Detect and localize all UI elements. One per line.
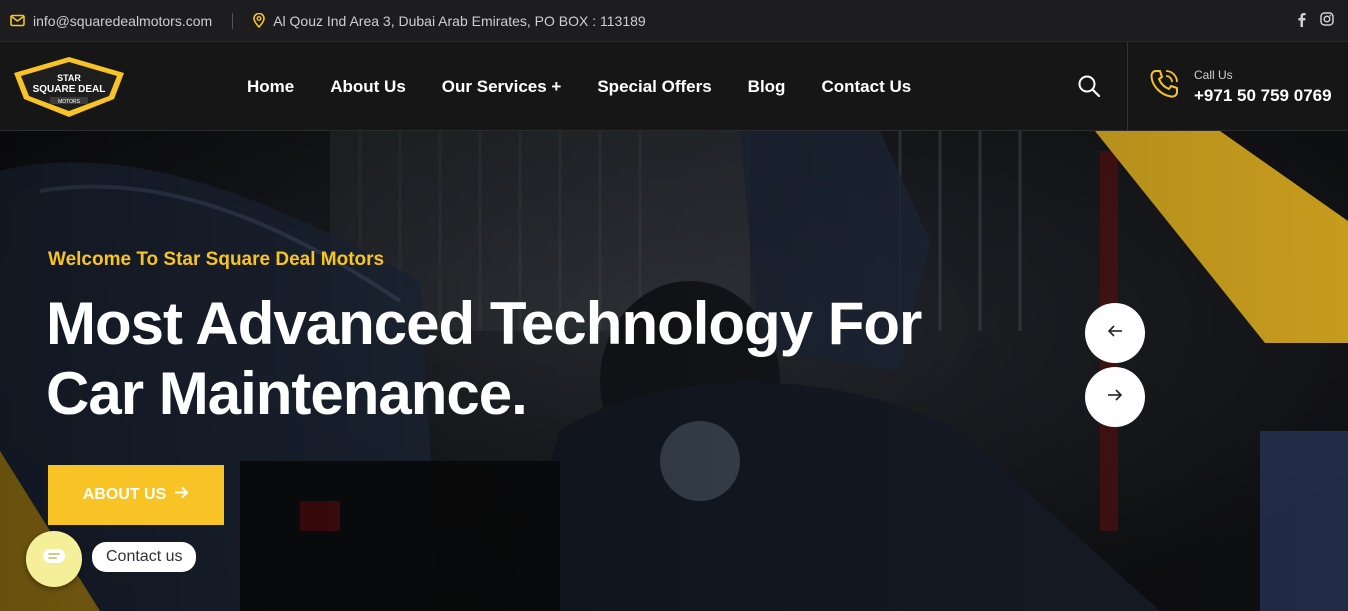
arrow-right-icon <box>1107 388 1123 407</box>
main-nav: Home About Us Our Services + Special Off… <box>247 42 911 131</box>
arrow-right-icon <box>174 486 189 504</box>
address-item: Al Qouz Ind Area 3, Dubai Arab Emirates,… <box>253 13 646 29</box>
slider-next-button[interactable] <box>1085 367 1145 427</box>
main-header: STAR SQUARE DEAL MOTORS Home About Us Ou… <box>0 42 1348 131</box>
nav-our-services[interactable]: Our Services + <box>442 77 562 97</box>
map-pin-icon <box>253 13 265 28</box>
slider-prev-button[interactable] <box>1085 303 1145 363</box>
about-us-label: ABOUT US <box>82 486 167 503</box>
envelope-icon <box>10 14 25 27</box>
nav-special-offers[interactable]: Special Offers <box>597 77 711 97</box>
phone-icon <box>1148 68 1180 105</box>
call-text: Call Us +971 50 759 0769 <box>1194 68 1332 106</box>
nav-about-us[interactable]: About Us <box>330 77 406 97</box>
hero-headline-line1: Most Advanced Technology For <box>46 290 922 357</box>
email-item[interactable]: info@squaredealmotors.com <box>10 13 212 29</box>
nav-blog[interactable]: Blog <box>748 77 786 97</box>
svg-text:SQUARE DEAL: SQUARE DEAL <box>33 84 106 95</box>
nav-home[interactable]: Home <box>247 77 294 97</box>
about-us-button[interactable]: ABOUT US <box>48 465 224 525</box>
call-number[interactable]: +971 50 759 0769 <box>1194 86 1332 106</box>
call-box[interactable]: Call Us +971 50 759 0769 <box>1127 42 1348 131</box>
nav-contact-us[interactable]: Contact Us <box>821 77 911 97</box>
hero-headline: Most Advanced Technology For Car Mainten… <box>46 289 922 429</box>
instagram-icon[interactable] <box>1320 12 1334 29</box>
social-links <box>1297 12 1338 30</box>
contact-widget-label[interactable]: Contact us <box>92 542 197 572</box>
top-info-bar: info@squaredealmotors.com Al Qouz Ind Ar… <box>0 0 1348 42</box>
hero-slider: Welcome To Star Square Deal Motors Most … <box>0 131 1348 611</box>
divider <box>232 12 234 29</box>
call-label: Call Us <box>1194 67 1233 82</box>
search-icon[interactable] <box>1077 74 1101 103</box>
hero-headline-line2: Car Maintenance. <box>46 360 528 427</box>
svg-text:STAR: STAR <box>57 73 81 83</box>
address-text: Al Qouz Ind Area 3, Dubai Arab Emirates,… <box>273 12 646 29</box>
chat-icon <box>42 548 66 571</box>
facebook-icon[interactable] <box>1297 12 1306 30</box>
svg-text:MOTORS: MOTORS <box>58 99 81 105</box>
contact-widget-button[interactable] <box>26 531 82 587</box>
site-logo[interactable]: STAR SQUARE DEAL MOTORS <box>10 55 128 119</box>
arrow-left-icon <box>1107 324 1123 343</box>
hero-welcome: Welcome To Star Square Deal Motors <box>48 249 385 270</box>
email-text[interactable]: info@squaredealmotors.com <box>33 13 212 29</box>
